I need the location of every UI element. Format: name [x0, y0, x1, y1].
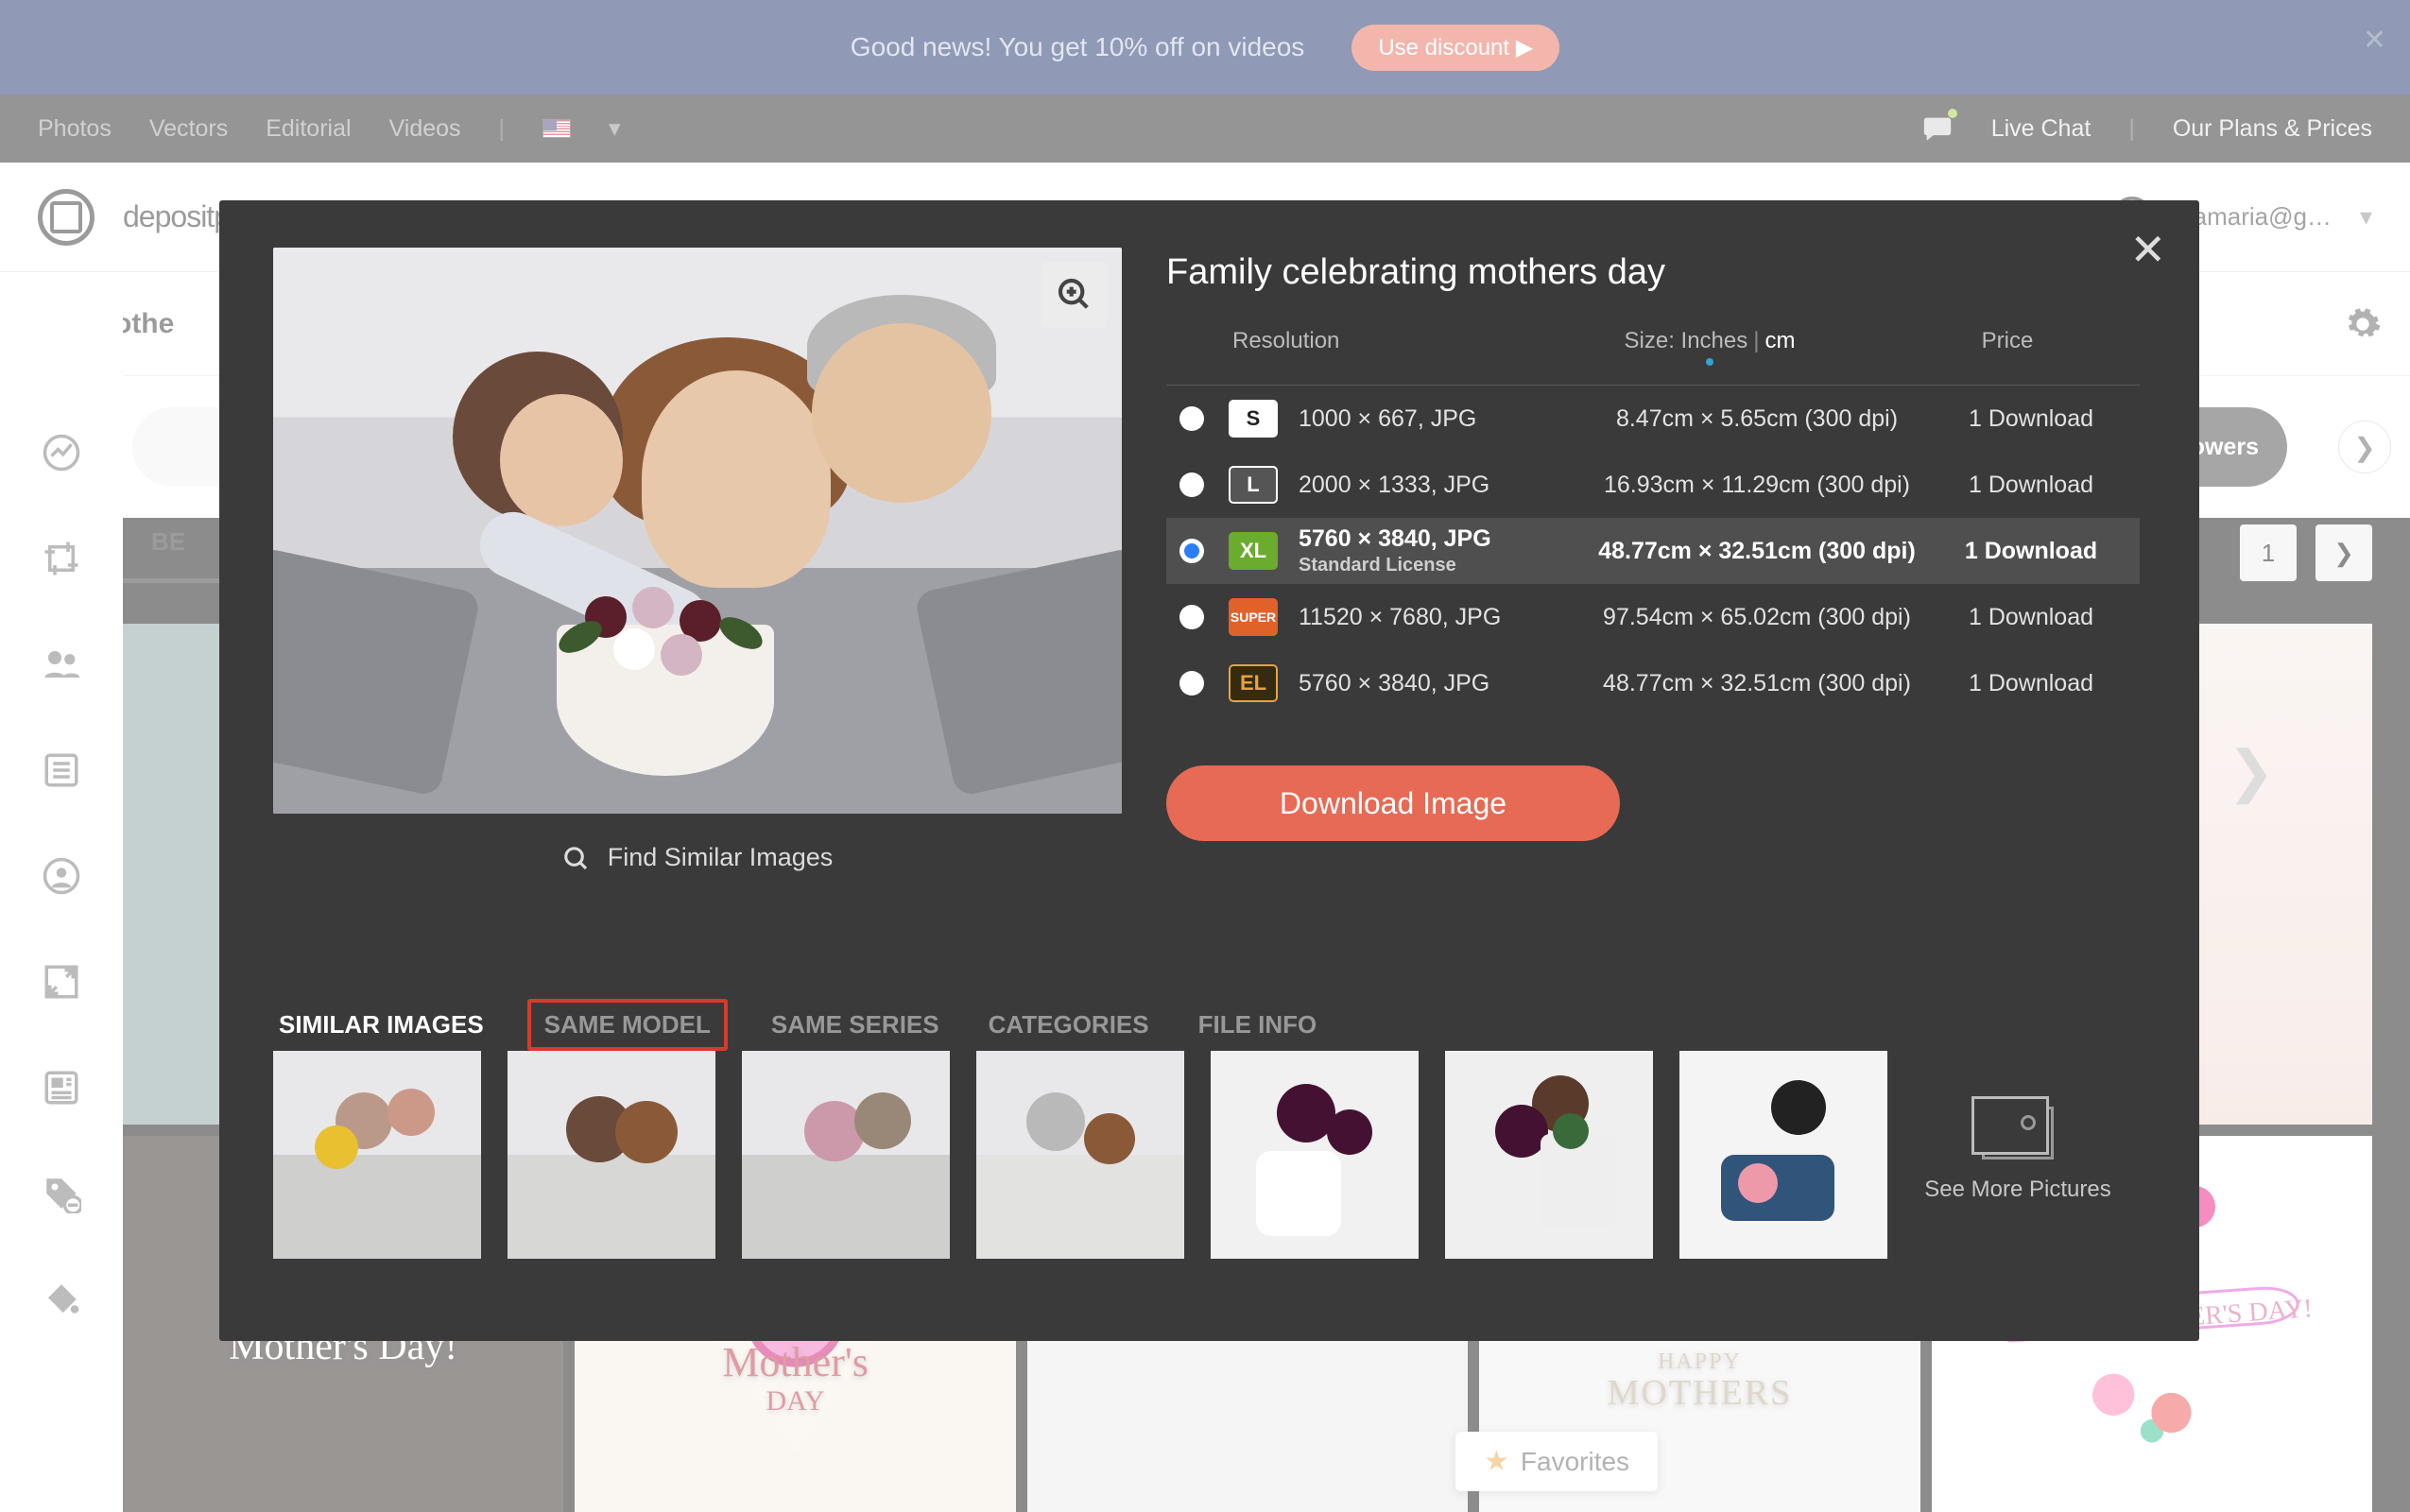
thumbnail[interactable]: [273, 1051, 481, 1259]
download-button[interactable]: Download Image: [1166, 765, 1620, 841]
row-price: 1 Download: [1932, 405, 2130, 433]
col-price: Price: [1885, 328, 2130, 366]
radio-icon[interactable]: [1179, 406, 1204, 431]
col-resolution: Resolution: [1232, 328, 1535, 366]
row-price: 1 Download: [1932, 604, 2130, 631]
tab-file-info[interactable]: FILE INFO: [1193, 1003, 1323, 1047]
search-icon: [562, 845, 591, 873]
thumbnail[interactable]: [1679, 1051, 1887, 1259]
radio-icon[interactable]: [1179, 472, 1204, 497]
row-size: 48.77cm × 32.51cm (300 dpi): [1582, 538, 1932, 565]
license-row-super[interactable]: SUPER 11520 × 7680, JPG 97.54cm × 65.02c…: [1166, 584, 2140, 650]
radio-icon[interactable]: [1179, 671, 1204, 696]
row-size: 48.77cm × 32.51cm (300 dpi): [1582, 670, 1932, 697]
see-more-button[interactable]: See More Pictures: [1914, 1051, 2122, 1259]
row-price: 1 Download: [1932, 472, 2130, 499]
size-badge: L: [1229, 466, 1278, 504]
thumbnail[interactable]: [508, 1051, 715, 1259]
row-resolution: 2000 × 1333, JPG: [1299, 472, 1582, 499]
license-row-el[interactable]: EL 5760 × 3840, JPG 48.77cm × 32.51cm (3…: [1166, 650, 2140, 716]
thumbnail[interactable]: [742, 1051, 950, 1259]
preview-scene: [273, 248, 1122, 814]
license-table: Resolution Size: Inches|cm Price S 1000 …: [1166, 328, 2140, 716]
modal-close-icon[interactable]: ✕: [2129, 224, 2166, 275]
row-resolution: 11520 × 7680, JPG: [1299, 604, 1582, 631]
size-badge: EL: [1229, 664, 1278, 702]
size-badge: XL: [1229, 532, 1278, 570]
radio-icon[interactable]: [1179, 539, 1204, 563]
row-resolution: 1000 × 667, JPG: [1299, 405, 1582, 433]
row-price: 1 Download: [1932, 670, 2130, 697]
tab-similar-images[interactable]: SIMILAR IMAGES: [273, 1003, 490, 1047]
thumbnail[interactable]: [976, 1051, 1184, 1259]
thumbnail[interactable]: [1445, 1051, 1653, 1259]
tab-same-series[interactable]: SAME SERIES: [766, 1003, 945, 1047]
unit-indicator-icon: [1706, 358, 1713, 366]
find-similar-link[interactable]: Find Similar Images: [273, 843, 1122, 873]
tab-same-model[interactable]: SAME MODEL: [527, 999, 728, 1051]
license-row-s[interactable]: S 1000 × 667, JPG 8.47cm × 5.65cm (300 d…: [1166, 386, 2140, 452]
license-row-xl[interactable]: XL 5760 × 3840, JPG Standard License 48.…: [1166, 518, 2140, 584]
preview-image[interactable]: [273, 248, 1122, 814]
zoom-icon[interactable]: [1041, 262, 1108, 328]
row-size: 97.54cm × 65.02cm (300 dpi): [1582, 604, 1932, 631]
size-badge: S: [1229, 400, 1278, 438]
thumbnail[interactable]: [1211, 1051, 1419, 1259]
license-row-l[interactable]: L 2000 × 1333, JPG 16.93cm × 11.29cm (30…: [1166, 452, 2140, 518]
license-table-header: Resolution Size: Inches|cm Price: [1166, 328, 2140, 386]
row-resolution: 5760 × 3840, JPG Standard License: [1299, 525, 1582, 576]
see-more-label: See More Pictures: [1924, 1177, 2110, 1203]
col-size[interactable]: Size: Inches|cm: [1535, 328, 1885, 366]
photo-stack-icon: [1982, 1107, 2054, 1160]
row-resolution: 5760 × 3840, JPG: [1299, 670, 1582, 697]
related-thumbnails: See More Pictures: [273, 1051, 2122, 1259]
image-detail-modal: ✕ Find Similar Images Family celebrating…: [219, 200, 2199, 1341]
size-badge: SUPER: [1229, 598, 1278, 636]
next-image-icon[interactable]: ❯: [2228, 739, 2275, 805]
row-size: 16.93cm × 11.29cm (300 dpi): [1582, 472, 1932, 499]
radio-icon[interactable]: [1179, 605, 1204, 629]
row-size: 8.47cm × 5.65cm (300 dpi): [1582, 405, 1932, 433]
find-similar-label: Find Similar Images: [608, 843, 834, 871]
tab-categories[interactable]: CATEGORIES: [983, 1003, 1155, 1047]
related-tabs: SIMILAR IMAGES SAME MODEL SAME SERIES CA…: [273, 999, 1322, 1051]
image-title: Family celebrating mothers day: [1166, 252, 1665, 293]
row-price: 1 Download: [1932, 538, 2130, 565]
